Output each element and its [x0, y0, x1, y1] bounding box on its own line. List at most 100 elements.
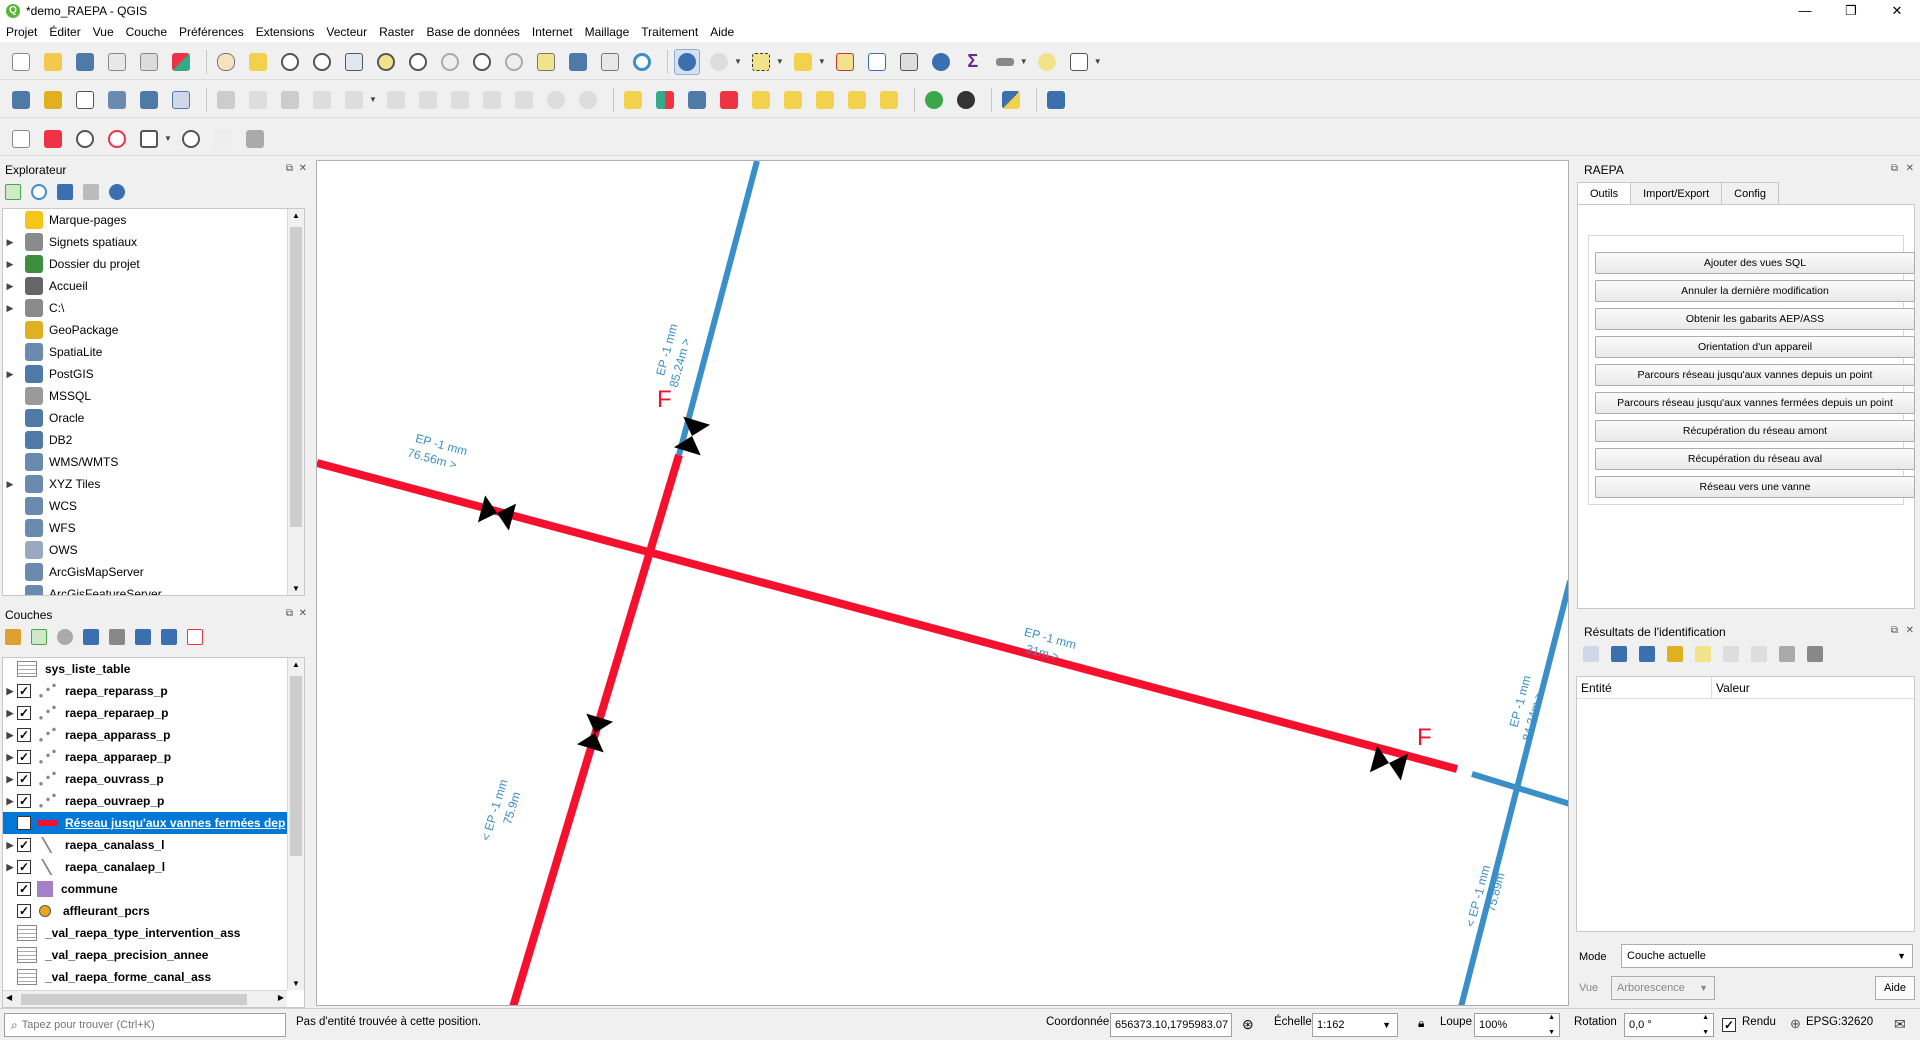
- view-select[interactable]: Arborescence ▼: [1611, 976, 1715, 1000]
- style-manager-button[interactable]: [168, 49, 194, 75]
- python-console-button[interactable]: [998, 87, 1024, 113]
- filter-legend-icon[interactable]: [83, 629, 99, 645]
- float-panel-button[interactable]: ⧉: [286, 163, 293, 174]
- plugin-binoculars-button[interactable]: [953, 87, 979, 113]
- scroll-right-icon[interactable]: ▶: [278, 993, 284, 1002]
- scroll-thumb[interactable]: [21, 994, 247, 1005]
- manage-theme-icon[interactable]: [57, 629, 73, 645]
- cut-features-button[interactable]: [447, 87, 473, 113]
- layer-visibility-checkbox[interactable]: ✓: [17, 706, 31, 720]
- expand-arrow-icon[interactable]: ▶: [3, 708, 17, 719]
- zoom-out-button[interactable]: [309, 49, 335, 75]
- layer-row[interactable]: ✓ commune: [3, 878, 304, 900]
- pan-to-selection-button[interactable]: [245, 49, 271, 75]
- layer-row[interactable]: ✓ Réseau jusqu'aux vannes fermées dep: [3, 812, 304, 834]
- copy-features-button[interactable]: [479, 87, 505, 113]
- expand-arrow-icon[interactable]: ▶: [3, 259, 17, 270]
- raepa-add-button[interactable]: [8, 126, 34, 152]
- layer-visibility-checkbox[interactable]: ✓: [17, 684, 31, 698]
- mode-select[interactable]: Couche actuelle ▼: [1621, 944, 1913, 968]
- toggle-editing-button[interactable]: [245, 87, 271, 113]
- expand-all-icon[interactable]: [135, 629, 151, 645]
- menu-internet[interactable]: Internet: [532, 25, 573, 39]
- expand-arrow-icon[interactable]: ▶: [3, 730, 17, 741]
- menu-maillage[interactable]: Maillage: [585, 25, 630, 39]
- measure-button[interactable]: [992, 49, 1018, 75]
- layer-visibility-checkbox[interactable]: ✓: [17, 750, 31, 764]
- expand-arrow-icon[interactable]: ▶: [3, 752, 17, 763]
- add-group-icon[interactable]: [31, 629, 47, 645]
- raepa-network-button[interactable]: [104, 126, 130, 152]
- pipe-blue-top[interactable]: [676, 161, 760, 456]
- raepa-web-button[interactable]: [178, 126, 204, 152]
- explorer-item[interactable]: MSSQL: [3, 385, 304, 407]
- explorer-scrollbar[interactable]: ▲ ▼: [287, 209, 304, 595]
- zoom-full-button[interactable]: [341, 49, 367, 75]
- new-geopackage-button[interactable]: [40, 87, 66, 113]
- parcours-reseau-vannes-fermees-button[interactable]: Parcours réseau jusqu'aux vannes fermées…: [1595, 392, 1915, 414]
- raepa-pin-button[interactable]: [40, 126, 66, 152]
- layer-row[interactable]: ▶ ✓ raepa_reparass_p: [3, 680, 304, 702]
- layers-hscrollbar[interactable]: ◀ ▶: [3, 990, 287, 1007]
- explorer-item[interactable]: WFS: [3, 517, 304, 539]
- pan-button[interactable]: [213, 49, 239, 75]
- menu-vecteur[interactable]: Vecteur: [326, 25, 367, 39]
- redo-button[interactable]: [575, 87, 601, 113]
- zoom-native-button[interactable]: [437, 49, 463, 75]
- menu-aide[interactable]: Aide: [710, 25, 734, 39]
- expand-arrow-icon[interactable]: ▶: [3, 686, 17, 697]
- crs-globe-icon[interactable]: ⊕: [1790, 1016, 1801, 1032]
- layer-row[interactable]: ▶ ✓ raepa_ouvrass_p: [3, 768, 304, 790]
- lock-scale-icon[interactable]: 🔒︎: [1418, 1016, 1424, 1031]
- explorer-item[interactable]: Oracle: [3, 407, 304, 429]
- explorer-item[interactable]: DB2: [3, 429, 304, 451]
- layer-visibility-checkbox[interactable]: ✓: [17, 728, 31, 742]
- explorer-item[interactable]: WCS: [3, 495, 304, 517]
- tab-outils[interactable]: Outils: [1577, 182, 1632, 204]
- ajouter-vues-sql-button[interactable]: Ajouter des vues SQL: [1595, 252, 1915, 274]
- raepa-extent-button[interactable]: [136, 126, 162, 152]
- close-panel-button[interactable]: ✕: [1906, 163, 1914, 174]
- layer-row[interactable]: ▶ ✓ raepa_ouvraep_p: [3, 790, 304, 812]
- rotate-label-button[interactable]: [844, 87, 870, 113]
- field-calculator-button[interactable]: [896, 49, 922, 75]
- chevron-down-icon[interactable]: ▼: [734, 57, 742, 66]
- chevron-down-icon[interactable]: ▼: [1020, 57, 1028, 66]
- globe-plugin-button[interactable]: [921, 87, 947, 113]
- explorer-item[interactable]: ▶ C:\: [3, 297, 304, 319]
- layout-manager-button[interactable]: [136, 49, 162, 75]
- explorer-item[interactable]: ▶ Signets spatiaux: [3, 231, 304, 253]
- layer-labeling-button[interactable]: [620, 87, 646, 113]
- collapse-tree-icon[interactable]: [1639, 646, 1655, 662]
- add-selected-layers-icon[interactable]: [5, 184, 21, 200]
- layer-row[interactable]: ✓ affleurant_pcrs: [3, 900, 304, 922]
- expand-tree-icon[interactable]: [1611, 646, 1627, 662]
- explorer-item[interactable]: WMS/WMTS: [3, 451, 304, 473]
- explorer-item[interactable]: ▶ Dossier du projet: [3, 253, 304, 275]
- crs-button[interactable]: EPSG:32620: [1806, 1016, 1873, 1028]
- save-edits-button[interactable]: [277, 87, 303, 113]
- layer-row[interactable]: ▶ ✓ raepa_canalass_l: [3, 834, 304, 856]
- copy-feature-icon[interactable]: [1723, 646, 1739, 662]
- float-panel-button[interactable]: ⧉: [1891, 163, 1898, 174]
- column-header-entite[interactable]: Entité: [1577, 677, 1712, 698]
- statistics-button[interactable]: Σ: [960, 49, 986, 75]
- close-panel-button[interactable]: ✕: [299, 163, 307, 174]
- layer-visibility-checkbox[interactable]: ✓: [17, 794, 31, 808]
- identify-button[interactable]: [674, 48, 700, 75]
- select-mode-icon[interactable]: [1779, 646, 1795, 662]
- chevron-down-icon[interactable]: ▼: [369, 95, 377, 104]
- new-spatialite-button[interactable]: [104, 87, 130, 113]
- layer-row[interactable]: ▶ ✓ raepa_reparaep_p: [3, 702, 304, 724]
- chevron-down-icon[interactable]: ▼: [1094, 57, 1102, 66]
- deselect-button[interactable]: [832, 49, 858, 75]
- layer-row[interactable]: _val_raepa_precision_annee: [3, 944, 304, 966]
- data-source-manager-button[interactable]: [8, 87, 34, 113]
- show-unplaced-labels-button[interactable]: [716, 87, 742, 113]
- expand-arrow-icon[interactable]: ▶: [3, 479, 17, 490]
- help-button[interactable]: [1043, 87, 1069, 113]
- explorer-item[interactable]: ▶ Accueil: [3, 275, 304, 297]
- minimize-button[interactable]: —: [1782, 0, 1828, 22]
- render-checkbox[interactable]: ✓: [1722, 1018, 1736, 1032]
- expand-arrow-icon[interactable]: ▶: [3, 796, 17, 807]
